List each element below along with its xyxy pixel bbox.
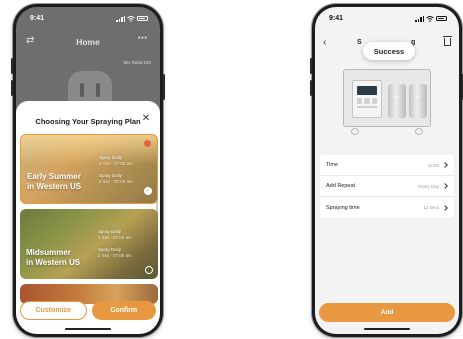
home-header: ⇄ Home ⋯ [16, 33, 160, 51]
more-icon[interactable]: ⋯ [138, 33, 149, 44]
setting-value: Every Day [418, 183, 439, 189]
status-bar: 9:41 [315, 7, 459, 25]
home-screen: 9:41 ⇄ Home ⋯ Mix Ratio:100 Choosing You… [16, 7, 160, 334]
sheet-title: Choosing Your Spraying Plan [35, 117, 141, 126]
status-icons [415, 15, 447, 22]
trash-icon[interactable] [443, 36, 452, 46]
setting-label: Spraying time [326, 204, 360, 211]
device-display [357, 86, 377, 95]
plan-card-midsummer[interactable]: Spray Daily 2 min · 07:00 am Spray Daily… [20, 209, 158, 279]
status-bar: 9:41 [16, 7, 160, 25]
plan-name-line: Midsummer [26, 248, 71, 257]
page-title: Home [76, 37, 100, 47]
device-buttons [357, 98, 377, 104]
chevron-right-icon [442, 204, 448, 211]
home-indicator [364, 327, 410, 330]
page-title-start: S [357, 39, 362, 46]
chevron-right-icon [442, 162, 448, 168]
spray-detail: 2 min · 07:00 am [99, 161, 133, 166]
setting-value: 12 secs [423, 205, 439, 210]
stage: 9:41 ⇄ Home ⋯ Mix Ratio:100 Choosing You… [0, 0, 463, 339]
plan-name-line: in Western US [26, 258, 81, 267]
radio-icon[interactable] [145, 266, 153, 274]
volume-button [11, 80, 13, 96]
spray-detail: 2 min · 07:00 am [98, 235, 132, 240]
signal-icon [415, 15, 424, 22]
device-housing: B1 B2 [343, 69, 431, 127]
phone-home: 9:41 ⇄ Home ⋯ Mix Ratio:100 Choosing You… [11, 4, 165, 337]
status-time: 9:41 [329, 15, 344, 22]
wifi-icon [426, 15, 434, 22]
check-icon[interactable]: ✓ [144, 187, 152, 195]
home-indicator [65, 327, 111, 330]
power-button [163, 74, 165, 100]
setting-label: Time [326, 162, 339, 168]
signal-icon [116, 15, 125, 22]
status-dot [144, 140, 151, 147]
add-button[interactable]: Add [319, 303, 455, 322]
confirm-button[interactable]: Confirm [91, 301, 156, 320]
plan-name-line: in Western US [27, 182, 82, 191]
plan-schedule: Spray Daily 2 min · 07:00 am [99, 155, 133, 167]
volume-button [310, 80, 312, 96]
plan-card-early-summer[interactable]: Spray Daily 2 min · 07:00 am Spray Daily… [20, 134, 158, 204]
plan-schedule: Spray Daily 2 min · 07:00 am [98, 247, 132, 259]
swap-icon[interactable]: ⇄ [26, 35, 34, 46]
spray-detail: 2 min · 07:00 am [98, 253, 132, 258]
status-time: 9:41 [30, 15, 45, 22]
refill-can: B1 [388, 84, 406, 118]
mix-ratio-label: Mix Ratio:100 [123, 60, 151, 65]
plan-name-line: Early Summer [27, 172, 81, 181]
volume-button [310, 58, 312, 74]
sheet-actions: Customize Confirm [20, 301, 156, 320]
battery-icon [436, 16, 447, 21]
setting-row-time[interactable]: Time 12:00 [320, 155, 454, 176]
mount-tab [415, 128, 423, 135]
can-label: B2 [415, 94, 421, 99]
chevron-right-icon [442, 183, 448, 189]
volume-button [11, 58, 13, 74]
status-icons [116, 15, 148, 22]
settings-list: Time 12:00 Add Repeat Every Day Spraying… [320, 155, 454, 218]
customize-button[interactable]: Customize [20, 301, 87, 320]
phone-schedule: 9:41 ‹ S g Success B1 B2 Time 12:00 Add … [310, 4, 463, 337]
can-label: B1 [394, 94, 400, 99]
setting-row-spraying-time[interactable]: Spraying time 12 secs [320, 197, 454, 218]
spray-detail: 2 min · 07:00 am [99, 179, 133, 184]
plan-schedule: Spray Daily 2 min · 07:00 am [99, 173, 133, 185]
close-icon[interactable]: ✕ [140, 113, 152, 125]
device-image: B1 B2 [337, 65, 437, 135]
plan-schedule: Spray Daily 2 min · 07:00 am [98, 229, 132, 241]
device-control-panel [352, 80, 382, 118]
plan-sheet: Choosing Your Spraying Plan ✕ Spray Dail… [16, 101, 160, 334]
mount-tab [351, 128, 359, 135]
device-slot [357, 106, 377, 108]
plan-name: Midsummer in Western US [26, 248, 80, 268]
back-icon[interactable]: ‹ [323, 37, 326, 49]
setting-label: Add Repeat [326, 183, 356, 189]
refill-can: B2 [409, 84, 427, 118]
wifi-icon [127, 15, 135, 22]
success-toast: Success [363, 42, 415, 60]
setting-value: 12:00 [427, 162, 439, 168]
schedule-screen: 9:41 ‹ S g Success B1 B2 Time 12:00 Add … [315, 7, 459, 334]
battery-icon [137, 16, 148, 21]
plan-name: Early Summer in Western US [27, 172, 81, 192]
setting-row-repeat[interactable]: Add Repeat Every Day [320, 176, 454, 197]
